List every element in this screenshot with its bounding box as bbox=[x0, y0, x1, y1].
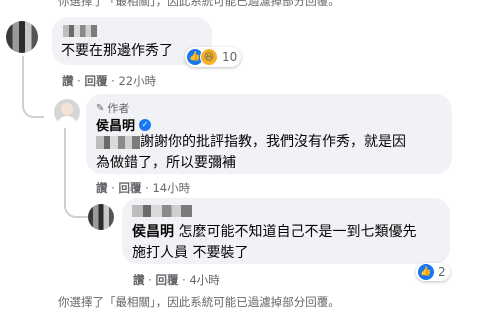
separator: · bbox=[148, 273, 152, 287]
comment-actions: 讚 · 回覆 · 14小時 bbox=[96, 180, 190, 196]
comment-text-line1: 謝謝你的批評指教，我們沒有作秀，就是因 bbox=[140, 134, 406, 150]
thread-line bbox=[22, 56, 44, 118]
reply-link[interactable]: 回覆 bbox=[155, 272, 178, 288]
filter-notice-top: 你選擇了「最相關」，因此系統可能已過濾掉部分回覆。 bbox=[58, 0, 340, 8]
separator: · bbox=[111, 74, 115, 88]
author-label: 作者 bbox=[107, 102, 130, 115]
reaction-summary[interactable]: 👍 😆 10 bbox=[185, 47, 242, 67]
timestamp[interactable]: 4小時 bbox=[189, 272, 219, 288]
comment-text-line2: 為做錯了，所以要彌補 bbox=[96, 155, 236, 171]
commenter-name-redacted[interactable] bbox=[63, 25, 97, 37]
timestamp[interactable]: 22小時 bbox=[118, 73, 156, 89]
comment-bubble: ✎ 作者 侯昌明 ✓ 謝謝你的批評指教，我們沒有作秀，就是因 為做錯了，所以要彌… bbox=[86, 94, 452, 174]
like-reaction-icon: 👍 bbox=[418, 264, 434, 280]
filter-notice-bottom: 你選擇了「最相關」，因此系統可能已過濾掉部分回覆。 bbox=[58, 295, 340, 309]
haha-reaction-icon: 😆 bbox=[200, 48, 218, 66]
mention-redacted[interactable] bbox=[96, 135, 140, 149]
commenter-name-redacted[interactable] bbox=[132, 205, 192, 217]
comment-bubble: 侯昌明 怎麼可能不知道自己不是一到七類優先 施打人員 不要裝了 bbox=[122, 198, 450, 264]
reply-link[interactable]: 回覆 bbox=[118, 180, 141, 196]
author-badge: ✎ 作者 bbox=[96, 100, 129, 116]
separator: · bbox=[145, 181, 149, 195]
reaction-count: 2 bbox=[438, 265, 446, 279]
comment-actions: 讚 · 回覆 · 22小時 bbox=[62, 73, 156, 89]
author-avatar[interactable] bbox=[54, 99, 80, 125]
comment-text-line1: 怎麼可能不知道自己不是一到七類優先 bbox=[178, 224, 417, 240]
mention-link[interactable]: 侯昌明 bbox=[132, 224, 174, 240]
like-link[interactable]: 讚 bbox=[133, 272, 145, 288]
comment-actions: 讚 · 回覆 · 4小時 bbox=[133, 272, 220, 288]
avatar[interactable] bbox=[88, 204, 114, 230]
reaction-summary[interactable]: 👍 2 bbox=[416, 263, 450, 281]
reaction-count: 10 bbox=[222, 50, 238, 64]
verified-icon: ✓ bbox=[139, 118, 152, 131]
reply-link[interactable]: 回覆 bbox=[84, 73, 107, 89]
pen-icon: ✎ bbox=[96, 102, 105, 114]
avatar[interactable] bbox=[6, 21, 38, 53]
comment-text-line2: 施打人員 不要裝了 bbox=[132, 245, 249, 261]
comment-text: 不要在那邊作秀了 bbox=[61, 43, 173, 59]
comment-text: 侯昌明 怎麼可能不知道自己不是一到七類優先 施打人員 不要裝了 bbox=[132, 222, 416, 264]
separator: · bbox=[77, 74, 81, 88]
thread-line bbox=[64, 190, 88, 218]
like-link[interactable]: 讚 bbox=[62, 73, 74, 89]
comment-text: 謝謝你的批評指教，我們沒有作秀，就是因 為做錯了，所以要彌補 bbox=[96, 132, 406, 174]
separator: · bbox=[111, 181, 115, 195]
separator: · bbox=[182, 273, 186, 287]
timestamp[interactable]: 14小時 bbox=[152, 180, 190, 196]
like-link[interactable]: 讚 bbox=[96, 180, 108, 196]
